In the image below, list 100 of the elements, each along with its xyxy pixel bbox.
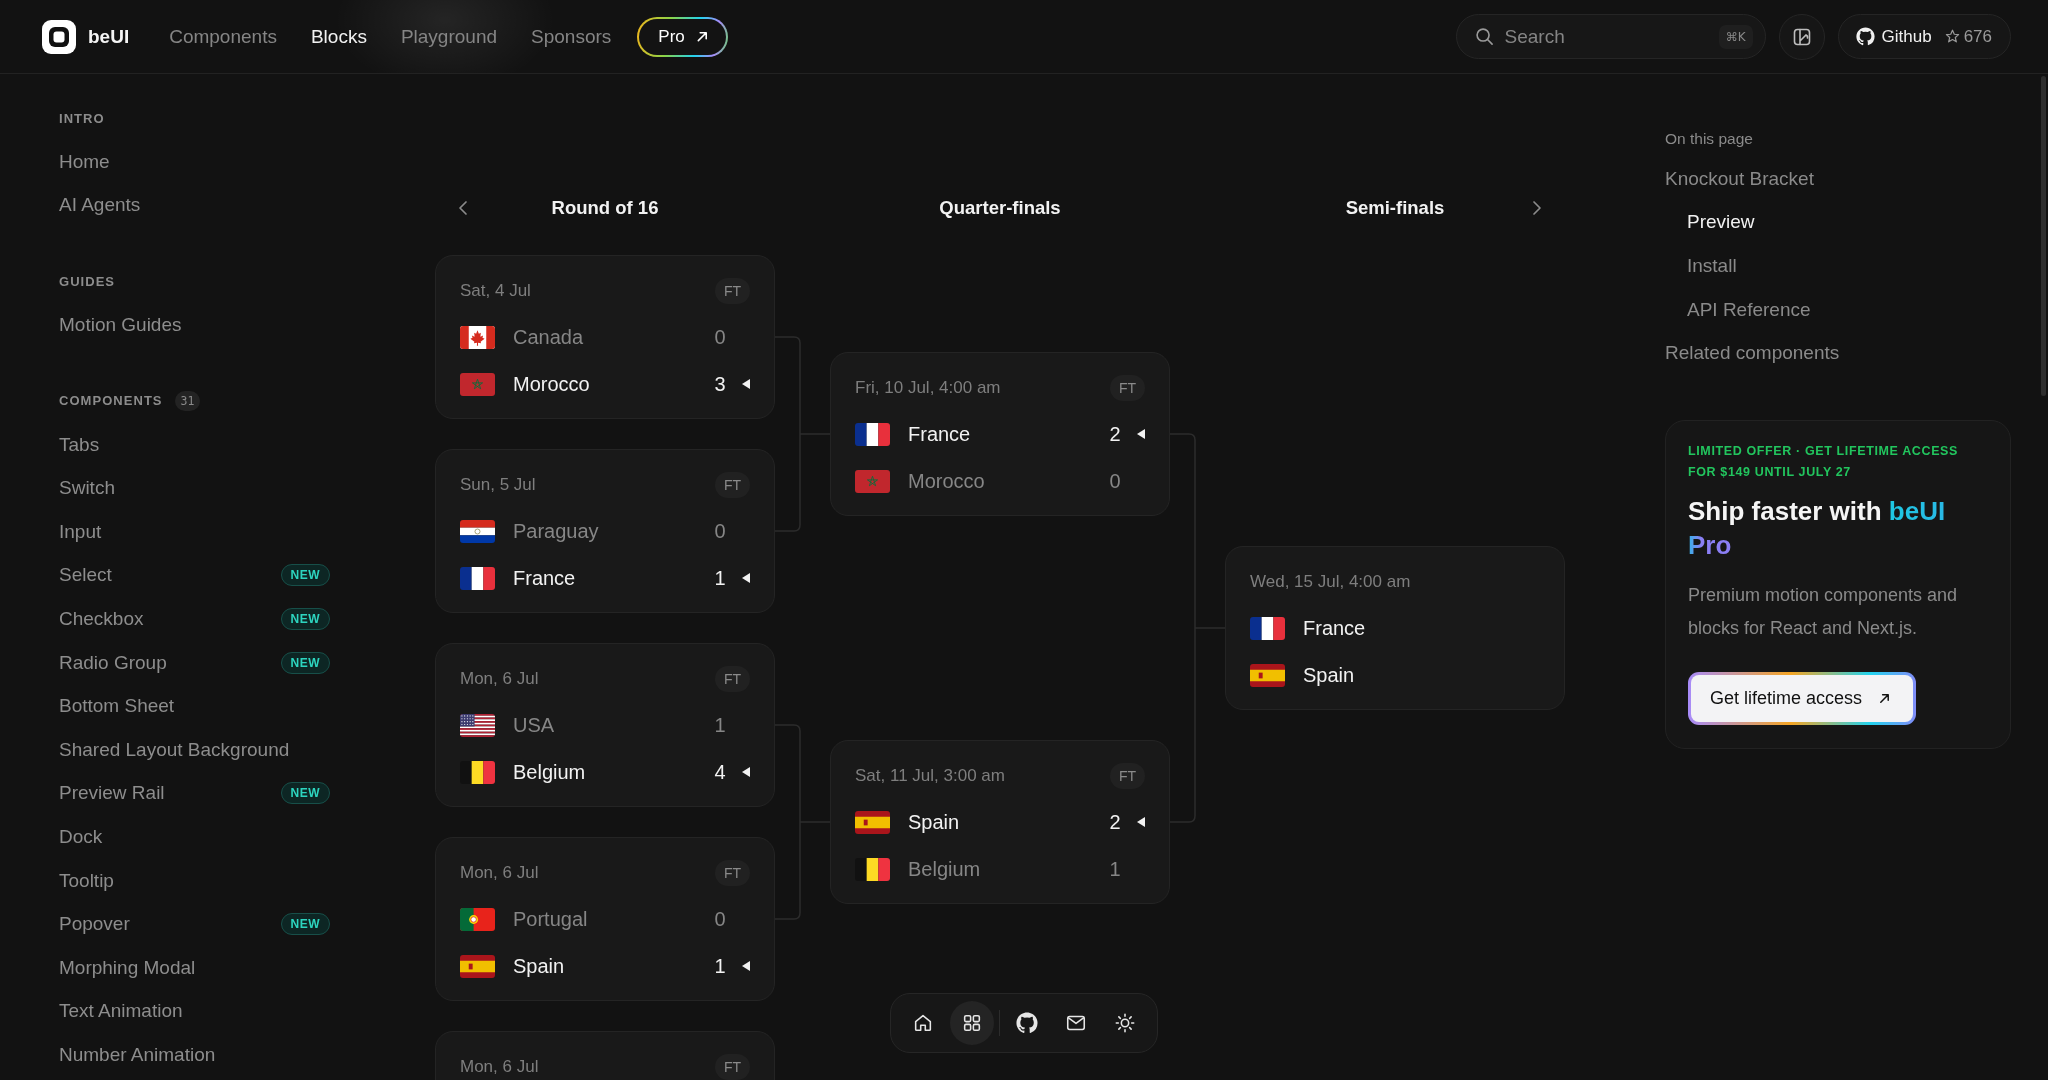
sidebar-link[interactable]: Bottom Sheet (59, 695, 175, 718)
sidebar-link[interactable]: Dock (59, 825, 103, 848)
team-score: 3 (713, 372, 727, 396)
brand-name: beUI (88, 25, 130, 48)
flag-icon (855, 810, 890, 834)
sidebar-link[interactable]: Select (59, 564, 112, 587)
flag-icon (1250, 616, 1285, 640)
grid-button[interactable] (950, 1001, 994, 1045)
match-date: Mon, 6 Jul (460, 863, 539, 883)
status-badge: FT (1109, 763, 1145, 789)
scrollbar[interactable] (2041, 76, 2046, 396)
sidebar-link[interactable]: Motion Guides (59, 314, 182, 336)
github-button[interactable]: Github 676 (1837, 14, 2011, 59)
team-name: Spain (1303, 663, 1355, 687)
match-date: Mon, 6 Jul (460, 1057, 539, 1077)
round-title: Round of 16 (551, 197, 659, 219)
toc-link[interactable]: Preview (1687, 211, 1755, 234)
sidebar-link[interactable]: Shared Layout Background (59, 738, 290, 761)
team-name: Morocco (513, 372, 590, 396)
sidebar-link[interactable]: Tooltip (59, 869, 114, 892)
team-score: 1 (713, 713, 727, 737)
sun-icon (1114, 1012, 1136, 1034)
new-badge: NEW (280, 782, 330, 805)
nav-link[interactable]: Sponsors (531, 25, 612, 48)
toc-link[interactable]: Install (1687, 255, 1737, 277)
sidebar-link[interactable]: Number Animation (59, 1043, 216, 1066)
team-score: 1 (713, 566, 727, 590)
match-date: Fri, 10 Jul, 4:00 am (855, 378, 1001, 398)
github-icon (1855, 27, 1875, 46)
sidebar-link[interactable]: Tabs (59, 433, 100, 456)
chevron-right-icon (1532, 200, 1542, 216)
nav-link[interactable]: Components (169, 25, 277, 48)
chevron-left-icon (458, 200, 468, 216)
sidebar-link[interactable]: Switch (59, 477, 115, 500)
search-icon (1474, 27, 1494, 46)
flag-icon (460, 519, 495, 543)
new-badge: NEW (280, 607, 330, 630)
sidebar-link[interactable]: Text Animation (59, 1000, 183, 1023)
flag-icon (855, 422, 890, 446)
team-score: 2 (1108, 810, 1122, 834)
count-badge: 31 (174, 390, 201, 411)
team-name: Paraguay (513, 519, 599, 543)
promo-text: Premium motion components and blocks for React and Next.js. (1688, 583, 1959, 640)
arrow-up-right-icon (695, 30, 709, 43)
sidebar-link[interactable]: Home (59, 150, 110, 173)
sidebar-link[interactable]: Input (59, 520, 102, 543)
pro-button[interactable]: Pro (637, 16, 728, 57)
logo-icon (42, 19, 76, 54)
sidebar-link[interactable]: Popover (59, 913, 130, 936)
match-date: Mon, 6 Jul (460, 669, 539, 689)
section-heading: INTRO (59, 110, 105, 126)
status-badge: FT (714, 1054, 750, 1080)
nav-link[interactable]: Playground (400, 25, 497, 48)
match-date: Sat, 11 Jul, 3:00 am (855, 766, 1005, 786)
team-name: France (513, 566, 576, 590)
status-badge: FT (1109, 375, 1145, 401)
flag-icon (1250, 663, 1285, 687)
team-name: Spain (908, 810, 960, 834)
section-heading: GUIDES (59, 273, 116, 289)
flag-icon (460, 907, 495, 931)
team-score: 4 (713, 760, 727, 784)
sidebar-link[interactable]: Checkbox (59, 607, 144, 630)
layout-icon (1791, 26, 1812, 47)
match-date: Sat, 4 Jul (460, 281, 531, 301)
flag-icon (460, 954, 495, 978)
team-name: Belgium (908, 857, 981, 881)
team-name: Canada (513, 325, 584, 349)
status-badge: FT (714, 860, 750, 886)
team-score: 0 (713, 907, 727, 931)
team-score: 1 (1108, 857, 1122, 881)
new-badge: NEW (280, 651, 330, 674)
match-date: Sun, 5 Jul (460, 475, 536, 495)
star-icon (1944, 29, 1960, 44)
status-badge: FT (714, 666, 750, 692)
team-name: Spain (513, 954, 565, 978)
team-score: 0 (713, 519, 727, 543)
team-name: France (908, 422, 971, 446)
toc-link[interactable]: API Reference (1687, 298, 1811, 321)
team-score: 2 (1108, 422, 1122, 446)
new-badge: NEW (280, 564, 330, 587)
sidebar-link[interactable]: Radio Group (59, 651, 167, 674)
team-name: Belgium (513, 760, 586, 784)
nav-link[interactable]: Blocks (310, 25, 367, 48)
sidebar-link[interactable]: AI Agents (59, 194, 141, 217)
toc-link[interactable]: Related components (1665, 342, 1840, 365)
flag-icon (460, 372, 495, 396)
flag-icon (460, 566, 495, 590)
grid-icon (961, 1012, 983, 1034)
team-name: Portugal (513, 907, 588, 931)
new-badge: NEW (280, 913, 330, 936)
match-date: Wed, 15 Jul, 4:00 am (1250, 572, 1411, 592)
round-title: Quarter-finals (939, 197, 1061, 219)
flag-icon (855, 469, 890, 493)
flag-icon (460, 760, 495, 784)
team-name: France (1303, 616, 1366, 640)
flag-icon (855, 857, 890, 881)
flag-icon (460, 325, 495, 349)
sidebar-link[interactable]: Morphing Modal (59, 956, 196, 979)
toc-link[interactable]: Knockout Bracket (1665, 167, 1814, 190)
sidebar-link[interactable]: Preview Rail (59, 782, 165, 805)
